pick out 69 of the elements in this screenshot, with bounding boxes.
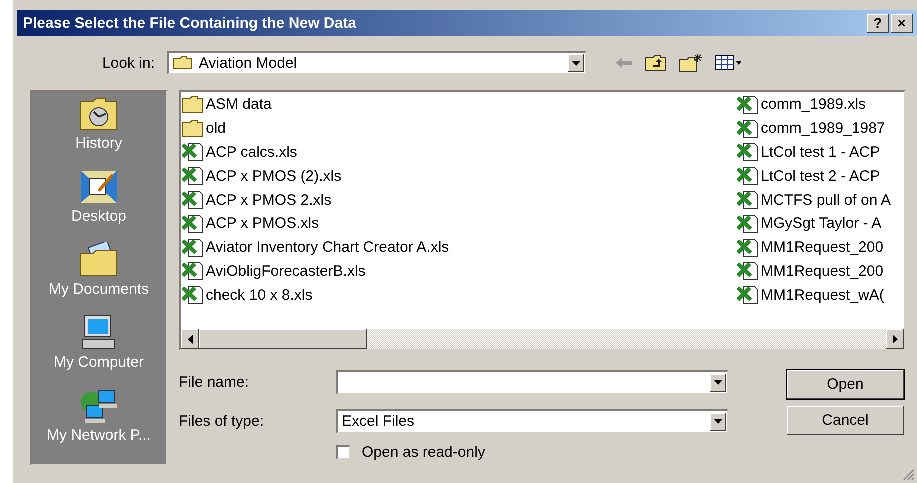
spreadsheet-file-icon — [737, 143, 759, 162]
file-item[interactable]: comm_1989_1987 — [736, 116, 904, 141]
file-item[interactable]: LtCol test 2 - ACP — [736, 164, 904, 188]
file-item[interactable]: MM1Request_200 — [736, 236, 904, 260]
cancel-button[interactable]: Cancel — [787, 406, 904, 435]
file-item[interactable]: ACP x PMOS 2.xls — [181, 188, 736, 212]
spreadsheet-file-icon — [182, 143, 204, 162]
window-title: Please Select the File Containing the New Data — [23, 14, 356, 32]
folder-icon — [182, 120, 204, 138]
history-folder-icon — [78, 96, 119, 132]
new-folder-icon[interactable] — [679, 53, 703, 73]
folder-icon — [182, 96, 204, 114]
look-in-label: Look in: — [101, 54, 156, 72]
right-arrow-icon — [892, 334, 898, 344]
file-item[interactable]: MM1Request_200 — [736, 260, 904, 284]
file-item[interactable]: check 10 x 8.xls — [181, 283, 736, 308]
spreadsheet-file-icon — [737, 96, 759, 114]
spreadsheet-file-icon — [737, 191, 759, 210]
spreadsheet-file-icon — [182, 286, 204, 304]
spreadsheet-file-icon — [737, 167, 759, 186]
spreadsheet-file-icon — [737, 120, 759, 138]
spreadsheet-file-icon — [182, 214, 204, 233]
folder-icon — [173, 56, 193, 70]
place-item[interactable]: Desktop — [71, 167, 127, 240]
spreadsheet-file-icon — [737, 286, 759, 304]
look-in-dropdown[interactable]: Aviation Model — [167, 51, 587, 75]
desktop-icon — [79, 169, 119, 205]
file-item[interactable]: MM1Request_wA( — [736, 283, 904, 308]
file-item[interactable]: old — [181, 116, 736, 141]
spreadsheet-file-icon — [737, 214, 759, 233]
file-type-label: Files of type: — [179, 413, 266, 430]
file-name-label: File name: — [179, 374, 250, 391]
view-menu-icon[interactable] — [715, 55, 743, 71]
file-item[interactable]: AviObligForecasterB.xls — [181, 260, 736, 284]
scroll-left-button[interactable] — [181, 329, 199, 349]
spreadsheet-file-icon — [182, 262, 204, 280]
spreadsheet-file-icon — [182, 238, 204, 257]
file-item[interactable]: Aviator Inventory Chart Creator A.xls — [181, 236, 736, 260]
file-item[interactable]: comm_1989.xls — [736, 93, 904, 117]
place-item[interactable]: My Documents — [48, 240, 150, 313]
open-button[interactable]: Open — [787, 370, 904, 399]
documents-folder-icon — [79, 242, 119, 278]
file-item[interactable]: ASM data — [181, 93, 736, 117]
read-only-label[interactable]: Open as read-only — [362, 444, 486, 461]
file-item[interactable]: MGySgt Taylor - A — [736, 212, 904, 236]
place-item[interactable]: My Computer — [54, 313, 144, 386]
place-item[interactable]: History — [76, 94, 122, 167]
file-item[interactable]: MCTFS pull of on A — [736, 188, 904, 212]
file-item[interactable]: LtCol test 1 - ACP — [736, 140, 904, 164]
scrollbar-thumb[interactable] — [199, 329, 367, 349]
spreadsheet-file-icon — [737, 262, 759, 280]
spreadsheet-file-icon — [182, 191, 204, 210]
file-name-field[interactable] — [336, 370, 729, 395]
left-arrow-icon — [188, 334, 192, 344]
file-item[interactable]: ACP x PMOS.xls — [181, 212, 736, 236]
close-button[interactable]: × — [891, 14, 913, 32]
file-type-dropdown[interactable]: Excel Files — [336, 409, 729, 434]
resize-grip-icon[interactable] — [903, 469, 915, 481]
place-item[interactable]: My Network P... — [47, 386, 151, 459]
spreadsheet-file-icon — [182, 167, 204, 186]
scroll-right-button[interactable] — [886, 329, 904, 349]
up-folder-icon[interactable] — [645, 54, 667, 72]
spreadsheet-file-icon — [737, 238, 759, 257]
read-only-checkbox[interactable] — [336, 445, 351, 460]
file-item[interactable]: ACP calcs.xls — [181, 140, 736, 164]
file-item[interactable]: ACP x PMOS (2).xls — [181, 164, 736, 188]
network-computers-icon — [78, 388, 119, 424]
horizontal-scrollbar[interactable] — [181, 329, 904, 349]
help-button[interactable]: ? — [867, 14, 889, 32]
